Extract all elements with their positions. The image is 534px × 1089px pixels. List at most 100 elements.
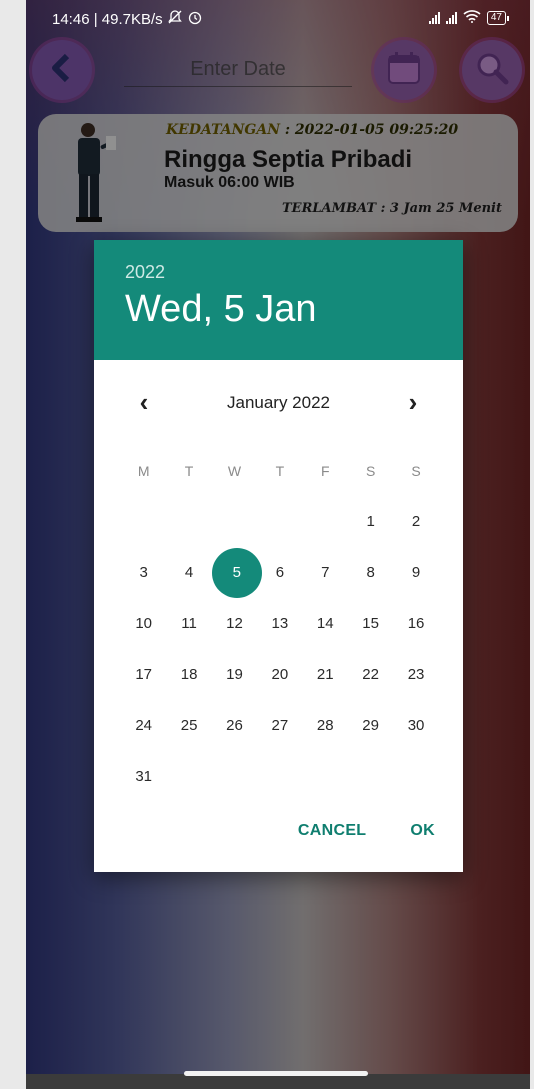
- calendar-day[interactable]: 12: [212, 615, 257, 632]
- signal-2-icon: [445, 11, 457, 24]
- calendar-day[interactable]: 29: [348, 717, 393, 734]
- day-label: 22: [362, 666, 379, 683]
- calendar-day[interactable]: 14: [303, 615, 348, 632]
- app-background: 14:46 | 49.7KB/s 47 Enter Date KEDATANGA…: [26, 0, 530, 1074]
- calendar-day[interactable]: 3: [121, 564, 166, 581]
- weekday-label: S: [365, 462, 376, 479]
- chevron-left-icon: [44, 50, 80, 91]
- calendar-day[interactable]: 26: [212, 717, 257, 734]
- day-label: 16: [407, 615, 425, 632]
- day-label: 18: [180, 666, 198, 683]
- day-label: 2: [411, 513, 421, 530]
- calendar-day[interactable]: 24: [121, 717, 166, 734]
- employee-name: Ringga Septia Pribadi: [164, 146, 413, 173]
- day-label: 8: [366, 564, 375, 581]
- battery-icon: 47: [486, 10, 510, 25]
- calendar-day[interactable]: 4: [166, 564, 211, 581]
- day-label: 15: [362, 615, 379, 632]
- day-label: 21: [316, 666, 334, 683]
- calendar-day[interactable]: 17: [121, 666, 166, 683]
- calendar-day[interactable]: 31: [121, 768, 166, 785]
- status-time-speed: 14:46 | 49.7KB/s: [52, 10, 163, 28]
- calendar-day[interactable]: 25: [166, 717, 211, 734]
- arrival-value: : 2022-01-05 09:25:20: [284, 122, 459, 138]
- calendar-day[interactable]: 16: [393, 615, 438, 632]
- calendar-week: 10 11 12 13 14 15 16: [121, 598, 439, 649]
- weekday-label: F: [320, 462, 330, 479]
- calendar-day[interactable]: 1: [348, 513, 393, 530]
- wifi-icon: [463, 9, 481, 26]
- day-label: 28: [316, 717, 334, 734]
- calendar-day[interactable]: 2: [393, 513, 438, 530]
- mute-icon: [167, 9, 183, 29]
- chevron-right-icon: ›: [408, 387, 418, 417]
- date-input[interactable]: Enter Date: [124, 52, 352, 87]
- selected-year[interactable]: 2022: [125, 262, 165, 283]
- weekday-label: W: [227, 462, 242, 479]
- day-label: 13: [271, 615, 289, 632]
- day-label: 20: [271, 666, 289, 683]
- day-label: 12: [226, 615, 243, 632]
- calendar-week: 31: [121, 751, 439, 802]
- month-navigation: ‹ January 2022 ›: [94, 388, 463, 418]
- day-label: 30: [407, 717, 425, 734]
- weekday-label: S: [411, 462, 421, 479]
- calendar-day[interactable]: 9: [393, 564, 438, 581]
- calendar-week: 3 456 7 8 9: [121, 547, 439, 598]
- cancel-button[interactable]: CANCEL: [298, 822, 366, 840]
- search-button[interactable]: [462, 40, 522, 100]
- day-label: 14: [316, 615, 334, 632]
- next-month-button[interactable]: ›: [393, 388, 433, 418]
- calendar-day[interactable]: 6: [257, 564, 302, 581]
- calendar-week: 24 25 26 27 28 29 30: [121, 700, 439, 751]
- arrival-time: KEDATANGAN : 2022-01-05 09:25:20: [166, 122, 458, 138]
- calendar-day[interactable]: 13: [257, 615, 302, 632]
- selected-date[interactable]: Wed, 5 Jan: [125, 288, 317, 331]
- calendar-day[interactable]: 20: [257, 666, 302, 683]
- calendar-day[interactable]: 18: [166, 666, 211, 683]
- calendar-day[interactable]: 15: [348, 615, 393, 632]
- day-label: 19: [226, 666, 243, 683]
- day-label: 3: [139, 564, 148, 581]
- phone-screen: 14:46 | 49.7KB/s 47 Enter Date KEDATANGA…: [26, 0, 530, 1089]
- ok-button[interactable]: OK: [410, 822, 435, 840]
- date-picker-header: 2022 Wed, 5 Jan: [94, 240, 463, 360]
- shift-time: Masuk 06:00 WIB: [164, 174, 295, 191]
- search-icon: [472, 48, 512, 93]
- calendar-day[interactable]: 19: [212, 666, 257, 683]
- calendar-day[interactable]: 27: [257, 717, 302, 734]
- calendar-day[interactable]: 23: [393, 666, 438, 683]
- day-label: 25: [180, 717, 198, 734]
- weekday-label: M: [137, 462, 150, 479]
- calendar-button[interactable]: [374, 40, 434, 100]
- calendar-day[interactable]: 7: [303, 564, 348, 581]
- weekday-header: MTWTFSS: [121, 445, 439, 496]
- late-value: : 3 Jam 25 Menit: [380, 201, 502, 216]
- calendar-day[interactable]: 11: [166, 615, 211, 632]
- arrival-label: KEDATANGAN: [166, 122, 281, 138]
- signal-icon: [428, 11, 440, 24]
- status-bar: 14:46 | 49.7KB/s 47: [26, 0, 530, 34]
- weekday-label: T: [275, 462, 285, 479]
- dialog-actions: CANCEL OK: [298, 822, 435, 840]
- calendar-day[interactable]: 21: [303, 666, 348, 683]
- calendar-day[interactable]: 28: [303, 717, 348, 734]
- calendar-day[interactable]: 10: [121, 615, 166, 632]
- day-label: 27: [271, 717, 289, 734]
- alarm-icon: [187, 9, 203, 29]
- calendar-day[interactable]: 22: [348, 666, 393, 683]
- day-label: 17: [135, 666, 153, 683]
- day-label: 11: [181, 615, 197, 632]
- day-label: 6: [275, 564, 285, 581]
- day-label: 26: [226, 717, 243, 734]
- calendar-day[interactable]: 30: [393, 717, 438, 734]
- day-label: 1: [366, 513, 375, 530]
- calendar-grid: M T W T F S S 1 2 3 4 5 6 7 8 9 10 11 12 13 14 15 16 17 18 19 20 21…: [121, 445, 439, 802]
- calendar-day[interactable]: 8: [348, 564, 393, 581]
- home-indicator[interactable]: [184, 1071, 368, 1076]
- weekday-label: T: [184, 462, 194, 479]
- day-label: 10: [135, 615, 153, 632]
- calendar-day-selected[interactable]: 5: [211, 547, 262, 598]
- day-label: 4: [184, 564, 194, 581]
- back-button[interactable]: [32, 40, 92, 100]
